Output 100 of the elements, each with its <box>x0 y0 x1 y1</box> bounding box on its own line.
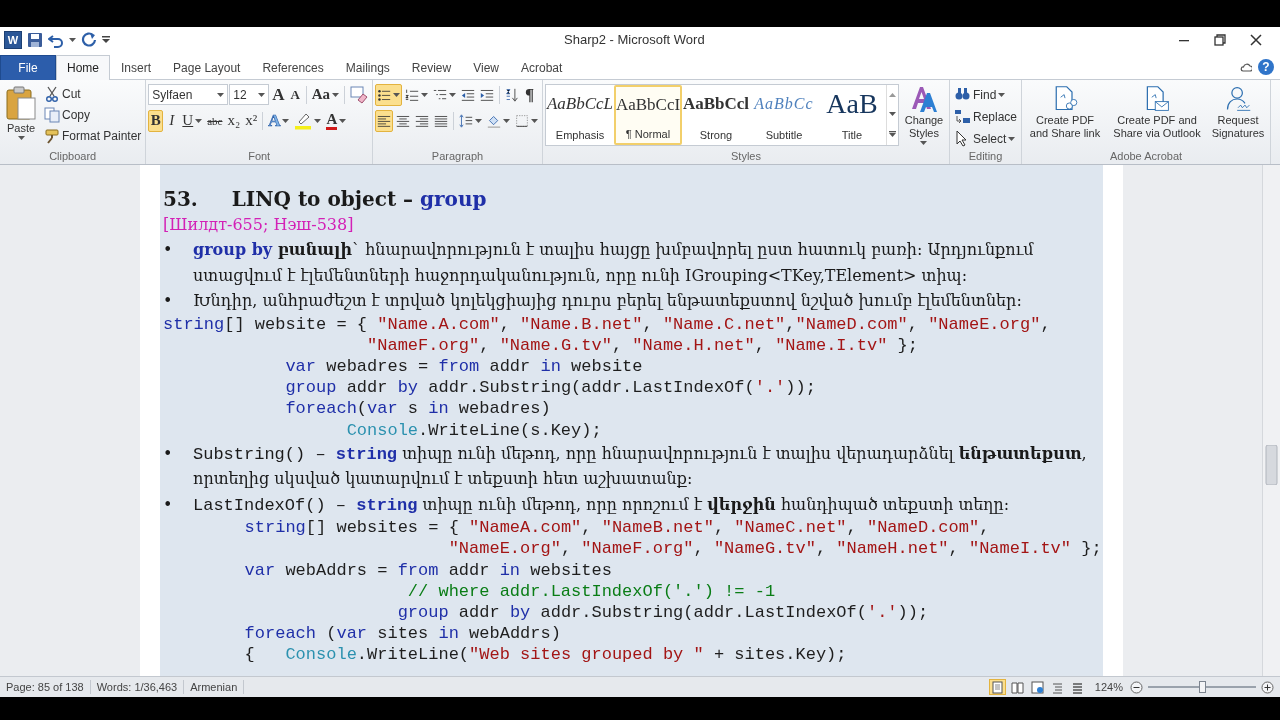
scroll-up-icon[interactable] <box>889 92 896 97</box>
ribbon-tab[interactable]: Page Layout <box>162 55 252 80</box>
align-left-button[interactable] <box>375 109 393 132</box>
scrollbar[interactable] <box>1262 165 1280 676</box>
style-option[interactable]: AaB Title <box>818 85 886 145</box>
eraser-icon <box>350 85 368 104</box>
more-icon[interactable] <box>889 131 896 138</box>
caret-icon <box>17 136 25 140</box>
change-styles-button[interactable]: Change Styles <box>901 82 947 148</box>
acrobat-button[interactable]: Create PDF and Share via Outlook <box>1108 82 1206 143</box>
caret-icon <box>258 92 266 97</box>
indent-decrease-icon <box>461 87 475 102</box>
caret-icon <box>449 92 456 97</box>
font-size-field[interactable]: 12 <box>229 84 270 105</box>
code-line: group addr by addr.Substring(addr.LastIndexOf('.')); <box>396 603 929 623</box>
zoom-in-icon[interactable] <box>1261 680 1274 694</box>
ribbon-tab[interactable]: View <box>462 55 510 80</box>
save-icon[interactable] <box>27 31 43 48</box>
styles-icon <box>910 85 938 113</box>
ribbon-tab[interactable]: References <box>251 55 335 80</box>
code-line: "NameE.org", "NameF.org", "NameG.tv", "NameH.net", "NameI.tv" }; <box>447 539 1102 559</box>
cut-button[interactable]: Cut <box>42 84 144 104</box>
ribbon-tab[interactable]: Home <box>56 55 110 80</box>
superscript-button[interactable]: x² <box>243 109 260 132</box>
bullet: • <box>163 442 174 465</box>
scroll-thumb-icon[interactable] <box>1265 445 1278 485</box>
file-tab[interactable]: File <box>0 55 56 80</box>
redo-icon[interactable] <box>81 31 97 48</box>
formatting-marks-button[interactable]: ¶ <box>522 83 537 106</box>
style-option[interactable]: AaBbCcI ¶ Normal <box>614 85 682 145</box>
line-spacing-icon <box>459 113 473 128</box>
code-line: // where addr.LastIndexOf('.') != -1 <box>406 581 776 601</box>
caret-icon <box>1008 136 1016 141</box>
full-screen-view-button[interactable] <box>1008 679 1026 695</box>
acrobat-button[interactable]: Create PDF and Share link <box>1024 82 1106 143</box>
align-left-icon <box>377 113 391 128</box>
scroll-down-icon[interactable] <box>889 112 896 116</box>
web-view-button[interactable] <box>1028 679 1046 695</box>
font-color-button[interactable]: A <box>324 109 349 132</box>
heading-number: 53. <box>163 187 198 211</box>
format-painter-button[interactable]: Format Painter <box>42 126 144 146</box>
strikethrough-button[interactable]: abc <box>205 109 225 132</box>
caret-icon <box>421 92 428 97</box>
style-option[interactable]: AaBbCcl Strong <box>682 85 750 145</box>
restore-icon[interactable] <box>1214 33 1226 46</box>
cloud-icon[interactable] <box>1240 62 1252 72</box>
bullet: • <box>163 493 174 516</box>
ribbon-tab[interactable]: Review <box>400 55 463 80</box>
clear-formatting-button[interactable] <box>348 83 370 106</box>
paragraph-text: Խնդիր, անհրաժեշտ է տրված կոլեկցիայից դուրս բերել ենթատեքստով նշված խումբ էլեմենտներ։ <box>193 290 1022 312</box>
replace-button[interactable]: Replace <box>952 106 1019 127</box>
change-case-button[interactable]: Aa <box>309 83 341 106</box>
code-line: foreach(var s in webadres) <box>284 399 551 419</box>
zoom-out-icon[interactable] <box>1130 680 1143 694</box>
bullets-icon <box>377 87 391 102</box>
ribbon-tab[interactable]: Insert <box>110 55 163 80</box>
caret-icon <box>332 92 339 97</box>
paste-button[interactable]: Paste <box>2 82 40 143</box>
code-line: string[] website = { "Name.A.com", "Name.B.net", "Name.C.net","NameD.com", "NameE.org", <box>163 314 1051 334</box>
code-line: Console.WriteLine(s.Key); <box>345 420 602 440</box>
language-indicator[interactable]: Armenian <box>184 680 245 694</box>
shrink-font-button[interactable]: A <box>287 83 303 106</box>
style-option[interactable]: AaBbCcL Emphasis <box>546 85 614 145</box>
page-count[interactable]: Page: 85 of 138 <box>0 680 91 694</box>
clipboard-icon <box>5 85 37 121</box>
select-button[interactable]: Select <box>952 128 1019 149</box>
bullets-button[interactable] <box>375 83 402 106</box>
caret-icon <box>393 92 400 97</box>
numbering-icon <box>405 87 419 102</box>
font-name-field[interactable]: Sylfaen <box>148 84 229 105</box>
group-label: Paragraph <box>430 149 485 164</box>
print-layout-view-button[interactable] <box>988 679 1006 695</box>
style-option[interactable]: AaBbCc Subtitle <box>750 85 818 145</box>
italic-button[interactable]: I <box>164 109 180 132</box>
acrobat-button[interactable]: Request Signatures <box>1208 82 1268 143</box>
customize-icon[interactable] <box>102 35 110 44</box>
caret-icon <box>69 37 76 42</box>
word-count[interactable]: Words: 1/36,463 <box>90 680 185 694</box>
zoom-slider-thumb[interactable] <box>1199 681 1206 693</box>
caret-icon <box>998 92 1006 97</box>
grow-font-button[interactable]: A <box>270 83 287 106</box>
window-title: Sharp2 - Microsoft Word <box>564 32 706 47</box>
close-icon[interactable] <box>1250 33 1262 46</box>
highlighter-icon <box>294 111 313 130</box>
reference-text: [Шилдт-655; Нэш-538] <box>163 214 355 236</box>
subscript-button[interactable]: x₂ <box>225 109 243 132</box>
paragraph-text: group by բանալի` հնարավորություն է տալիս հայցը խմբավորել ըստ հատուկ բառի։ Արդյունքում ստացվում է էլեմենտների հաջորդականություն, որը ունի IGrouping<TKey,TElement> տիպ։ <box>193 239 1035 287</box>
find-button[interactable]: Find <box>952 84 1019 105</box>
borders-icon <box>515 113 529 128</box>
align-right-icon <box>415 113 429 128</box>
ribbon-tab[interactable]: Acrobat <box>509 55 574 80</box>
underline-button[interactable]: U <box>180 109 205 132</box>
help-button[interactable]: ? <box>1258 59 1274 75</box>
ribbon-tab[interactable]: Mailings <box>334 55 401 80</box>
app-logo[interactable]: W <box>4 30 22 49</box>
align-center-icon <box>396 113 410 128</box>
bold-button[interactable]: B <box>148 109 164 132</box>
code-line: foreach (var sites in webAddrs) <box>243 624 561 644</box>
zoom-level[interactable]: 124% <box>1094 681 1123 693</box>
copy-button[interactable]: Copy <box>42 105 144 125</box>
